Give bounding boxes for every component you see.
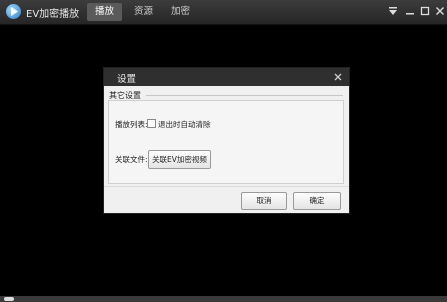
- cancel-button[interactable]: 取消: [241, 192, 287, 210]
- playlist-label: 播放列表:: [115, 120, 148, 129]
- group-divider: [146, 95, 343, 96]
- associate-ev-video-button[interactable]: 关联EV加密视频: [148, 150, 211, 169]
- app-logo-icon: [6, 4, 21, 19]
- app-title: EV加密播放: [26, 9, 80, 20]
- ok-button[interactable]: 确定: [293, 192, 341, 210]
- tab-resources[interactable]: 资源: [126, 3, 161, 21]
- dialog-footer-divider: [104, 186, 349, 187]
- tab-play[interactable]: 播放: [87, 3, 123, 21]
- minimize-icon[interactable]: [404, 5, 416, 17]
- settings-dialog: 设置 其它设置 播放列表: 退出时自动清除 关联文件: 关联EV加密视频 取消 …: [103, 67, 350, 214]
- auto-clear-checkbox[interactable]: [147, 119, 156, 128]
- dialog-title: 设置: [117, 74, 137, 85]
- dialog-header: 设置: [104, 68, 349, 86]
- associate-label: 关联文件:: [115, 155, 148, 164]
- title-bar: EV加密播放 播放 资源 加密: [0, 0, 447, 25]
- progress-bar[interactable]: [0, 296, 447, 302]
- auto-clear-label[interactable]: 退出时自动清除: [158, 119, 211, 130]
- dialog-close-icon[interactable]: [333, 72, 343, 82]
- tab-encrypt[interactable]: 加密: [163, 3, 198, 21]
- settings-group-box: [108, 100, 344, 184]
- menu-icon[interactable]: [387, 5, 399, 17]
- maximize-icon[interactable]: [419, 5, 431, 17]
- close-icon[interactable]: [434, 5, 446, 17]
- progress-thumb[interactable]: [4, 297, 14, 301]
